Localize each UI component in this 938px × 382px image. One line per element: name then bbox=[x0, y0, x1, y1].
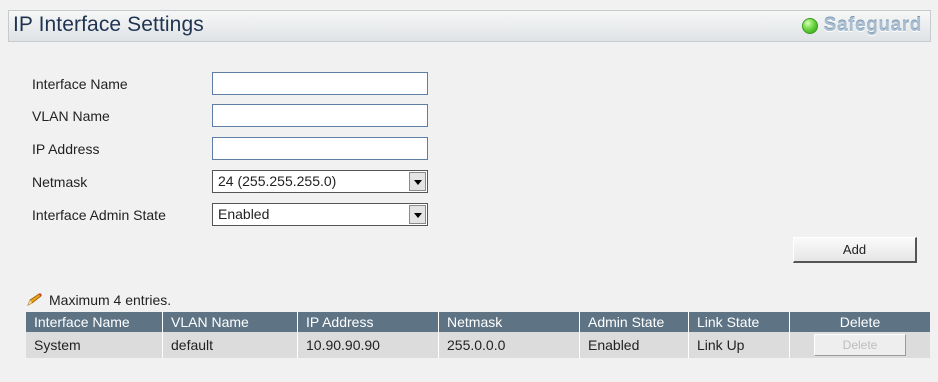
safeguard-indicator[interactable]: Safeguard bbox=[801, 15, 922, 37]
cell-ip-address: 10.90.90.90 bbox=[297, 332, 439, 358]
pencil-icon bbox=[27, 293, 42, 306]
safeguard-status-icon bbox=[801, 18, 818, 34]
cell-netmask: 255.0.0.0 bbox=[438, 332, 580, 358]
netmask-select[interactable]: 24 (255.255.255.0) bbox=[212, 170, 428, 193]
page-title: IP Interface Settings bbox=[13, 13, 204, 36]
chevron-down-icon[interactable] bbox=[409, 172, 426, 191]
column-header-ip-address: IP Address bbox=[297, 312, 439, 332]
table-row: System default 10.90.90.90 255.0.0.0 Ena… bbox=[26, 332, 930, 358]
ip-address-label: IP Address bbox=[32, 141, 100, 157]
chevron-down-icon[interactable] bbox=[409, 205, 426, 224]
table-header-row: Interface Name VLAN Name IP Address Netm… bbox=[26, 312, 930, 332]
add-button[interactable]: Add bbox=[793, 237, 917, 263]
cell-admin-state: Enabled bbox=[579, 332, 689, 358]
interface-name-label: Interface Name bbox=[32, 76, 128, 92]
column-header-netmask: Netmask bbox=[438, 312, 580, 332]
column-header-link-state: Link State bbox=[688, 312, 790, 332]
vlan-name-input[interactable] bbox=[212, 104, 428, 127]
netmask-label: Netmask bbox=[32, 174, 88, 190]
column-header-admin-state: Admin State bbox=[579, 312, 689, 332]
max-entries-text: Maximum 4 entries. bbox=[49, 292, 172, 308]
ip-address-input[interactable] bbox=[212, 137, 428, 160]
delete-button[interactable]: Delete bbox=[814, 334, 906, 356]
cell-interface-name: System bbox=[26, 332, 163, 358]
netmask-selected-value: 24 (255.255.255.0) bbox=[218, 173, 337, 189]
admin-state-label: Interface Admin State bbox=[32, 207, 166, 223]
column-header-vlan-name: VLAN Name bbox=[162, 312, 298, 332]
ip-interface-table: Interface Name VLAN Name IP Address Netm… bbox=[26, 312, 930, 358]
safeguard-label: Safeguard bbox=[823, 15, 922, 36]
max-entries-note: Maximum 4 entries. bbox=[26, 292, 171, 308]
interface-name-input[interactable] bbox=[212, 72, 428, 95]
column-header-delete: Delete bbox=[789, 312, 930, 332]
admin-state-selected-value: Enabled bbox=[218, 206, 270, 222]
column-header-interface-name: Interface Name bbox=[26, 312, 163, 332]
admin-state-select[interactable]: Enabled bbox=[212, 203, 428, 226]
cell-vlan-name: default bbox=[162, 332, 298, 358]
cell-delete: Delete bbox=[789, 332, 930, 358]
title-bar: IP Interface Settings Safeguard bbox=[8, 10, 931, 42]
vlan-name-label: VLAN Name bbox=[32, 108, 110, 124]
cell-link-state: Link Up bbox=[688, 332, 790, 358]
